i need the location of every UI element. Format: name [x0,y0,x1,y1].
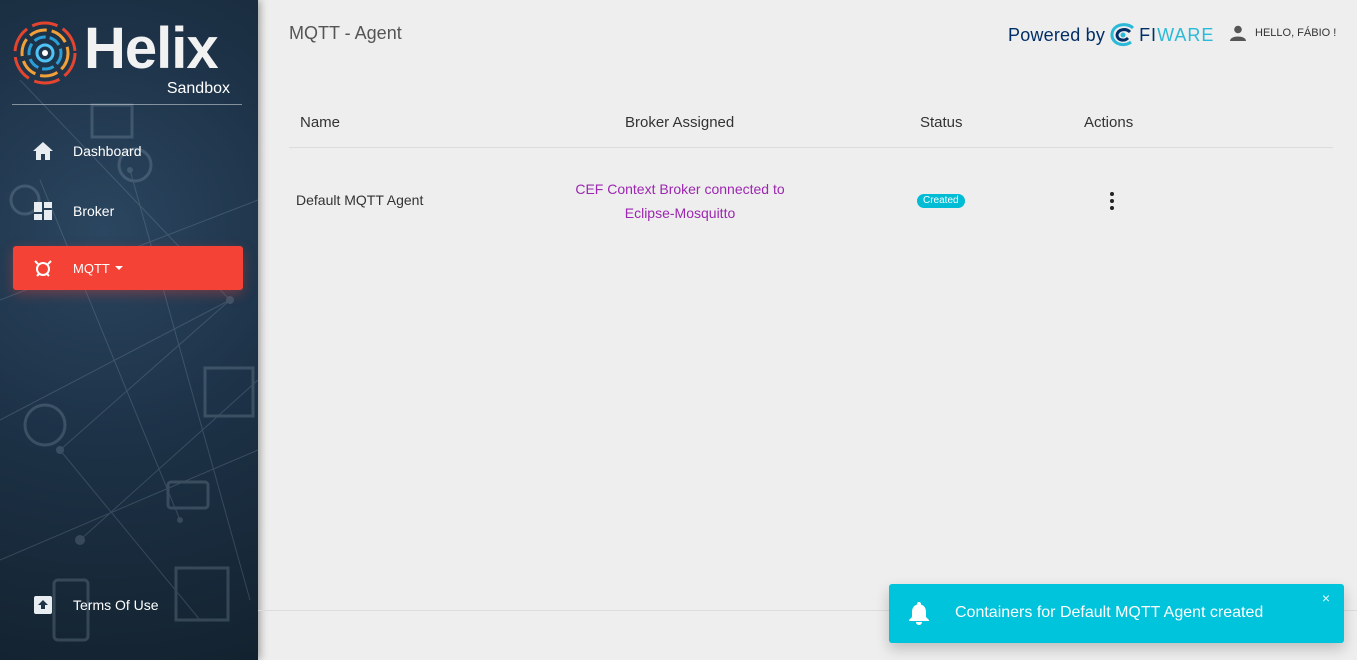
notification-toast: Containers for Default MQTT Agent create… [889,584,1344,643]
helix-logo-icon [13,21,77,85]
fiware-fi-text: FI [1139,24,1158,45]
logo-divider [12,104,242,105]
status-badge: Created [917,194,965,208]
person-icon [1230,25,1246,41]
broker-line-2: Eclipse-Mosquitto [624,205,736,221]
notification-message: Containers for Default MQTT Agent create… [955,604,1264,621]
sidebar-item-dashboard[interactable]: Dashboard [13,129,243,173]
brand-subtitle: Sandbox [166,80,230,97]
sidebar-item-terms-of-use[interactable]: Terms Of Use [13,583,243,627]
bell-icon [909,602,929,625]
column-header-status: Status [920,114,963,131]
column-header-actions: Actions [1084,114,1134,131]
dashboard-icon [32,200,54,222]
user-greeting: HELLO, FÁBIO ! [1255,27,1337,39]
sidebar-item-label: Broker [73,203,115,219]
more-actions-icon[interactable] [1102,190,1122,212]
sidebar-item-mqtt[interactable]: MQTT [13,246,243,290]
broker-line-1: CEF Context Broker connected to [575,181,785,197]
page-title: MQTT - Agent [289,23,402,43]
user-menu[interactable]: HELLO, FÁBIO ! [1230,25,1336,41]
fiware-swirl-icon [1110,23,1135,47]
column-header-broker-assigned: Broker Assigned [625,114,735,131]
fiware-ware-text: WARE [1157,24,1215,45]
powered-by-fiware-logo[interactable]: Powered by FI WARE [1008,22,1214,48]
table-header-divider [289,147,1333,148]
broker-assigned-link[interactable]: CEF Context Broker connected to Eclipse-… [560,177,800,225]
home-icon [32,140,54,162]
mqtt-icon [32,257,54,279]
sidebar-item-broker[interactable]: Broker [13,189,243,233]
sidebar-item-label: Dashboard [73,143,142,159]
brand-name: Helix [84,16,219,81]
sidebar-item-label: MQTT [73,260,110,276]
upload-box-icon [32,594,54,616]
agent-name-cell: Default MQTT Agent [296,192,424,208]
close-icon[interactable]: × [1322,590,1330,606]
sidebar-item-label: Terms Of Use [73,597,159,613]
chevron-down-icon [114,266,123,270]
helix-logo[interactable]: Helix Sandbox [12,16,242,104]
powered-by-text: Powered by [1008,24,1106,45]
sidebar: Helix Sandbox Dashboard Broker MQTT Term… [0,0,258,660]
column-header-name: Name [300,114,341,131]
